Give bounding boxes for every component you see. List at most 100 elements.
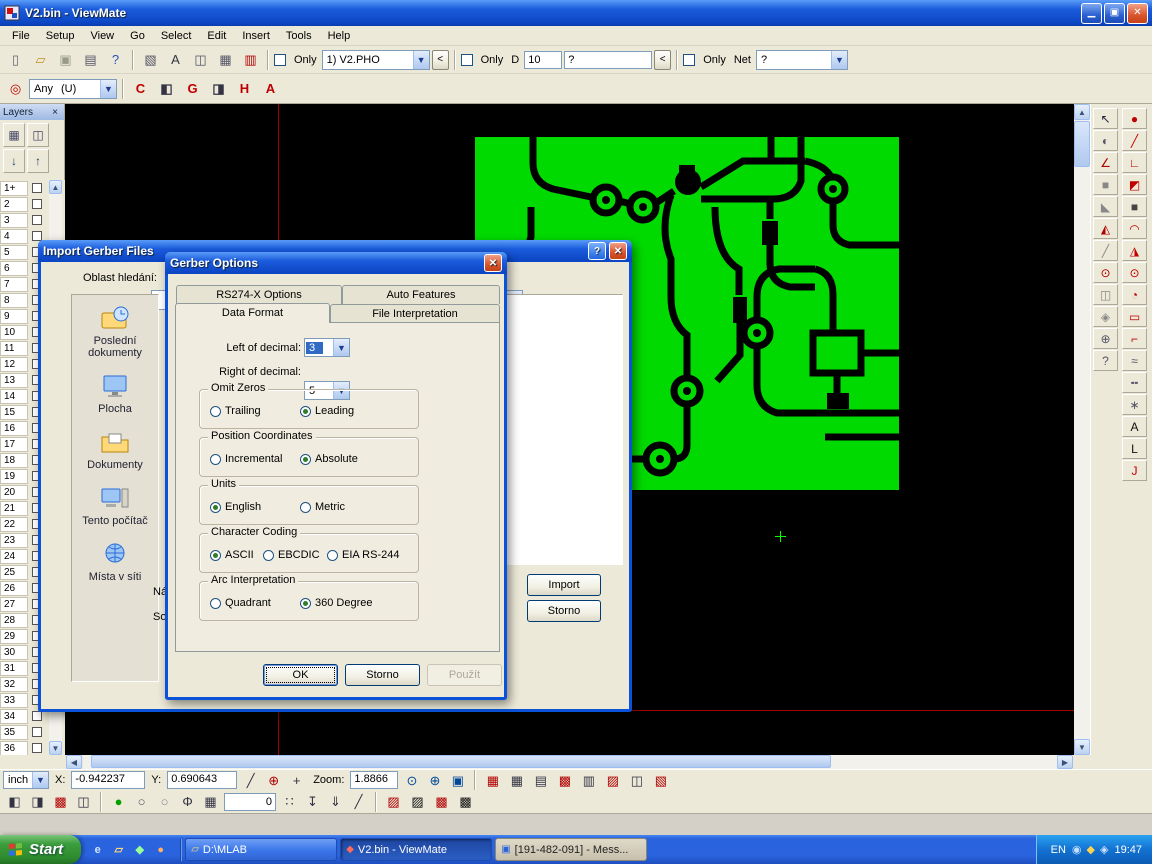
add-point-icon[interactable]: ⊕ <box>1093 328 1118 349</box>
messenger-tray-icon[interactable]: ◈ <box>1100 843 1108 856</box>
dual-pane-icon[interactable]: ◫ <box>189 48 212 71</box>
net-combo[interactable]: ? ▼ <box>756 50 848 70</box>
window-titlebar[interactable]: V2.bin - ViewMate ▁▣✕ <box>0 0 1152 26</box>
edit-layers-icon[interactable]: ◨ <box>27 792 48 812</box>
any-filter-combo[interactable]: Any (U) ▼ <box>29 79 117 99</box>
menu-item[interactable]: View <box>82 28 122 44</box>
ie-quick-launch-icon[interactable]: e <box>89 841 106 858</box>
vertical-scroll-thumb[interactable] <box>1074 121 1090 167</box>
menu-item[interactable]: Help <box>320 28 359 44</box>
dcode-grid-icon[interactable]: ▦ <box>482 771 503 790</box>
only-dcode-checkbox[interactable] <box>461 54 473 66</box>
net-highlight-icon[interactable]: ∠ <box>1093 152 1118 173</box>
new-file-icon[interactable]: ▯ <box>4 48 27 71</box>
horizontal-scroll-track[interactable] <box>83 755 1057 769</box>
network-tray-icon[interactable]: ◉ <box>1072 843 1082 856</box>
menu-item[interactable]: Setup <box>38 28 83 44</box>
radio-metric[interactable]: Metric <box>300 501 345 513</box>
scroll-right-icon[interactable]: ▶ <box>1057 755 1073 769</box>
dcode-c-icon[interactable]: C <box>129 77 152 100</box>
origin-icon[interactable]: ⊕ <box>263 771 284 790</box>
minimize-button[interactable]: ▁ <box>1081 3 1102 24</box>
explorer-quick-launch-icon[interactable]: ▱ <box>110 841 127 858</box>
text-tool-icon[interactable]: A <box>1122 416 1147 437</box>
tab-rs274x-options[interactable]: RS274-X Options <box>176 285 342 304</box>
task-messenger[interactable]: ▣ [191-482-091] - Mess... <box>495 838 647 861</box>
mirror-view-icon[interactable]: ◫ <box>73 792 94 812</box>
filled-rect-tool-icon[interactable]: ■ <box>1093 174 1118 195</box>
zoom-in-icon[interactable]: ⊕ <box>424 771 445 790</box>
draw-wave-icon[interactable]: ≈ <box>1122 350 1147 371</box>
radio-absolute[interactable]: Absolute <box>300 453 358 465</box>
pad-grid-icon[interactable]: ▤ <box>530 771 551 790</box>
combo-arrow-icon[interactable]: ▼ <box>32 772 48 788</box>
layers-scroll-up-icon[interactable]: ▲ <box>49 180 62 194</box>
radio-english[interactable]: English <box>210 501 261 513</box>
prev-layer-button[interactable]: < <box>432 50 449 70</box>
combo-arrow-icon[interactable]: ▼ <box>831 51 847 69</box>
layer-visibility-checkbox[interactable] <box>32 727 42 737</box>
dialog-help-button[interactable]: ? <box>588 242 606 260</box>
layer-config-icon[interactable]: ◫ <box>27 123 49 147</box>
radio-ascii[interactable]: ASCII <box>210 549 254 561</box>
online-status-icon[interactable]: ● <box>108 792 129 812</box>
context-help-icon[interactable]: ? <box>104 48 127 71</box>
radio-360-degree[interactable]: 360 Degree <box>300 597 373 609</box>
menu-item[interactable]: File <box>4 28 38 44</box>
scroll-down-icon[interactable]: ▼ <box>1074 739 1090 755</box>
grid-snap-icon[interactable]: + <box>286 771 307 790</box>
draw-triangle-icon[interactable]: ◮ <box>1122 240 1147 261</box>
drill-grid-icon[interactable]: ▧ <box>650 771 671 790</box>
pattern-black-icon[interactable]: ▨ <box>407 792 428 812</box>
gerber-options-titlebar[interactable]: Gerber Options ✕ <box>165 252 507 274</box>
import-cancel-button[interactable]: Storno <box>527 600 601 622</box>
app-quick-launch-icon[interactable]: ◆ <box>131 841 148 858</box>
pattern-red2-icon[interactable]: ▩ <box>431 792 452 812</box>
diamond-tool-icon[interactable]: ◈ <box>1093 306 1118 327</box>
import-button[interactable]: Import <box>527 574 601 596</box>
task-mlab[interactable]: ▱ D:\MLAB <box>185 838 337 861</box>
draw-star-icon[interactable]: ∗ <box>1122 394 1147 415</box>
text-a-icon[interactable]: A <box>259 77 282 100</box>
gerber-options-close-button[interactable]: ✕ <box>484 254 502 272</box>
place-network[interactable]: Místa v síti <box>72 541 158 583</box>
rotation-input[interactable] <box>224 793 276 811</box>
canvas-horizontal-scrollbar[interactable]: ◀ ▶ <box>0 755 1152 769</box>
restore-button[interactable]: ▣ <box>1104 3 1125 24</box>
layer-visibility-checkbox[interactable] <box>32 711 42 721</box>
layer-visibility-checkbox[interactable] <box>32 199 42 209</box>
measure-distance-icon[interactable]: ╱ <box>240 771 261 790</box>
radio-ebcdic[interactable]: EBCDIC <box>263 549 320 561</box>
menu-item[interactable]: Go <box>122 28 153 44</box>
horizontal-scroll-thumb[interactable] <box>91 755 831 768</box>
aperture-icon[interactable]: ◎ <box>4 77 27 100</box>
close-button[interactable]: ✕ <box>1127 3 1148 24</box>
tab-data-format[interactable]: Data Format <box>175 303 330 323</box>
draw-arc-icon[interactable]: ◠ <box>1122 218 1147 239</box>
layer-visibility-checkbox[interactable] <box>32 743 42 753</box>
draw-corner-icon[interactable]: ⌐ <box>1122 328 1147 349</box>
menu-item[interactable]: Tools <box>278 28 320 44</box>
unit-combo[interactable]: inch ▼ <box>3 771 49 789</box>
ok-button[interactable]: OK <box>263 664 338 686</box>
scroll-left-icon[interactable]: ◀ <box>66 755 82 769</box>
pattern-red-icon[interactable]: ▨ <box>383 792 404 812</box>
radio-leading[interactable]: Leading <box>300 405 354 417</box>
draw-pie-icon[interactable]: ◔ <box>1122 284 1147 305</box>
select-area-icon[interactable]: ▧ <box>139 48 162 71</box>
deselect-circle-icon[interactable]: ○ <box>154 792 175 812</box>
combo-arrow-icon[interactable]: ▼ <box>413 51 429 69</box>
layer-visibility-checkbox[interactable] <box>32 183 42 193</box>
color-table-icon[interactable]: ▩ <box>50 792 71 812</box>
goto-g-icon[interactable]: G <box>181 77 204 100</box>
browser-quick-launch-icon[interactable]: ● <box>152 841 169 858</box>
net-grid-icon[interactable]: ▩ <box>554 771 575 790</box>
layer-table-icon[interactable]: ▦ <box>3 123 25 147</box>
prev-dcode-button[interactable]: < <box>654 50 671 70</box>
combo-arrow-icon[interactable]: ▼ <box>100 80 116 98</box>
draw-filled-rect-icon[interactable]: ■ <box>1122 196 1147 217</box>
dcode-filter-input[interactable] <box>564 51 652 69</box>
task-viewmate[interactable]: ◆ V2.bin - ViewMate <box>340 838 492 861</box>
language-indicator[interactable]: EN <box>1051 844 1066 856</box>
apply-button[interactable]: Použít <box>427 664 502 686</box>
